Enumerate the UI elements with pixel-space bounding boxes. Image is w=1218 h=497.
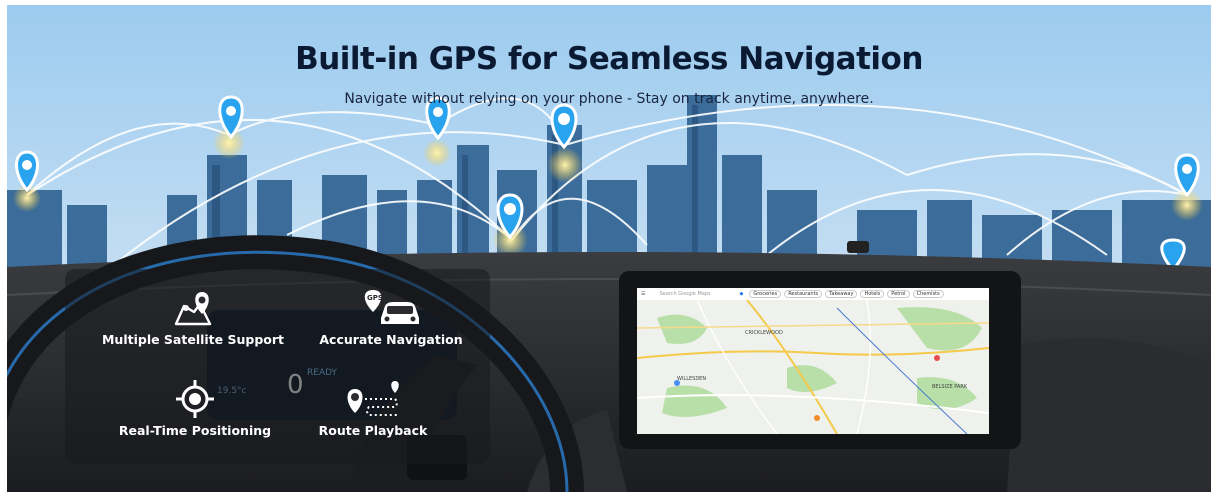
map-graphic xyxy=(637,288,989,434)
map-toolbar: ☰ Search Google Maps ◆ Groceries Restaur… xyxy=(637,288,989,300)
crosshair-target-icon xyxy=(176,380,214,418)
map-place-label: WILLESDEN xyxy=(677,376,707,382)
svg-text:GPS: GPS xyxy=(367,294,383,302)
route-path-icon xyxy=(347,381,399,416)
chip-petrol[interactable]: Petrol xyxy=(887,290,910,298)
chip-groceries[interactable]: Groceries xyxy=(749,290,782,298)
menu-icon[interactable]: ☰ xyxy=(637,291,645,297)
feature-accurate-navigation: GPS Accurate Navigation xyxy=(291,288,491,347)
page-title: Built-in GPS for Seamless Navigation xyxy=(295,41,923,77)
gps-banner: 0 READY 19.5°c Built-in GPS for Seamless… xyxy=(7,5,1211,492)
map-pin-route-icon xyxy=(174,292,212,326)
map-place-label: CRICKLEWOOD xyxy=(745,330,783,336)
map-place-label: BELSIZE PARK xyxy=(932,384,968,390)
page-subtitle: Navigate without relying on your phone -… xyxy=(344,91,874,107)
feature-multiple-satellite: Multiple Satellite Support xyxy=(93,288,293,347)
feature-label: Real-Time Positioning xyxy=(118,423,272,438)
feature-label: Accurate Navigation xyxy=(319,332,463,347)
map-search-input[interactable]: Search Google Maps xyxy=(645,291,739,297)
feature-label: Multiple Satellite Support xyxy=(101,332,285,347)
map-view[interactable]: ☰ Search Google Maps ◆ Groceries Restaur… xyxy=(637,288,989,434)
gps-car-icon: GPS xyxy=(364,290,419,324)
chip-chemists[interactable]: Chemists xyxy=(912,290,944,298)
feature-real-time-positioning: Real-Time Positioning xyxy=(95,379,295,438)
feature-label: Route Playback xyxy=(318,423,428,438)
feature-route-playback: Route Playback xyxy=(273,379,473,438)
chip-restaurants[interactable]: Restaurants xyxy=(784,290,823,298)
chip-takeaway[interactable]: Takeaway xyxy=(825,290,858,298)
directions-icon[interactable]: ◆ xyxy=(739,291,743,297)
chip-hotels[interactable]: Hotels xyxy=(860,290,885,298)
